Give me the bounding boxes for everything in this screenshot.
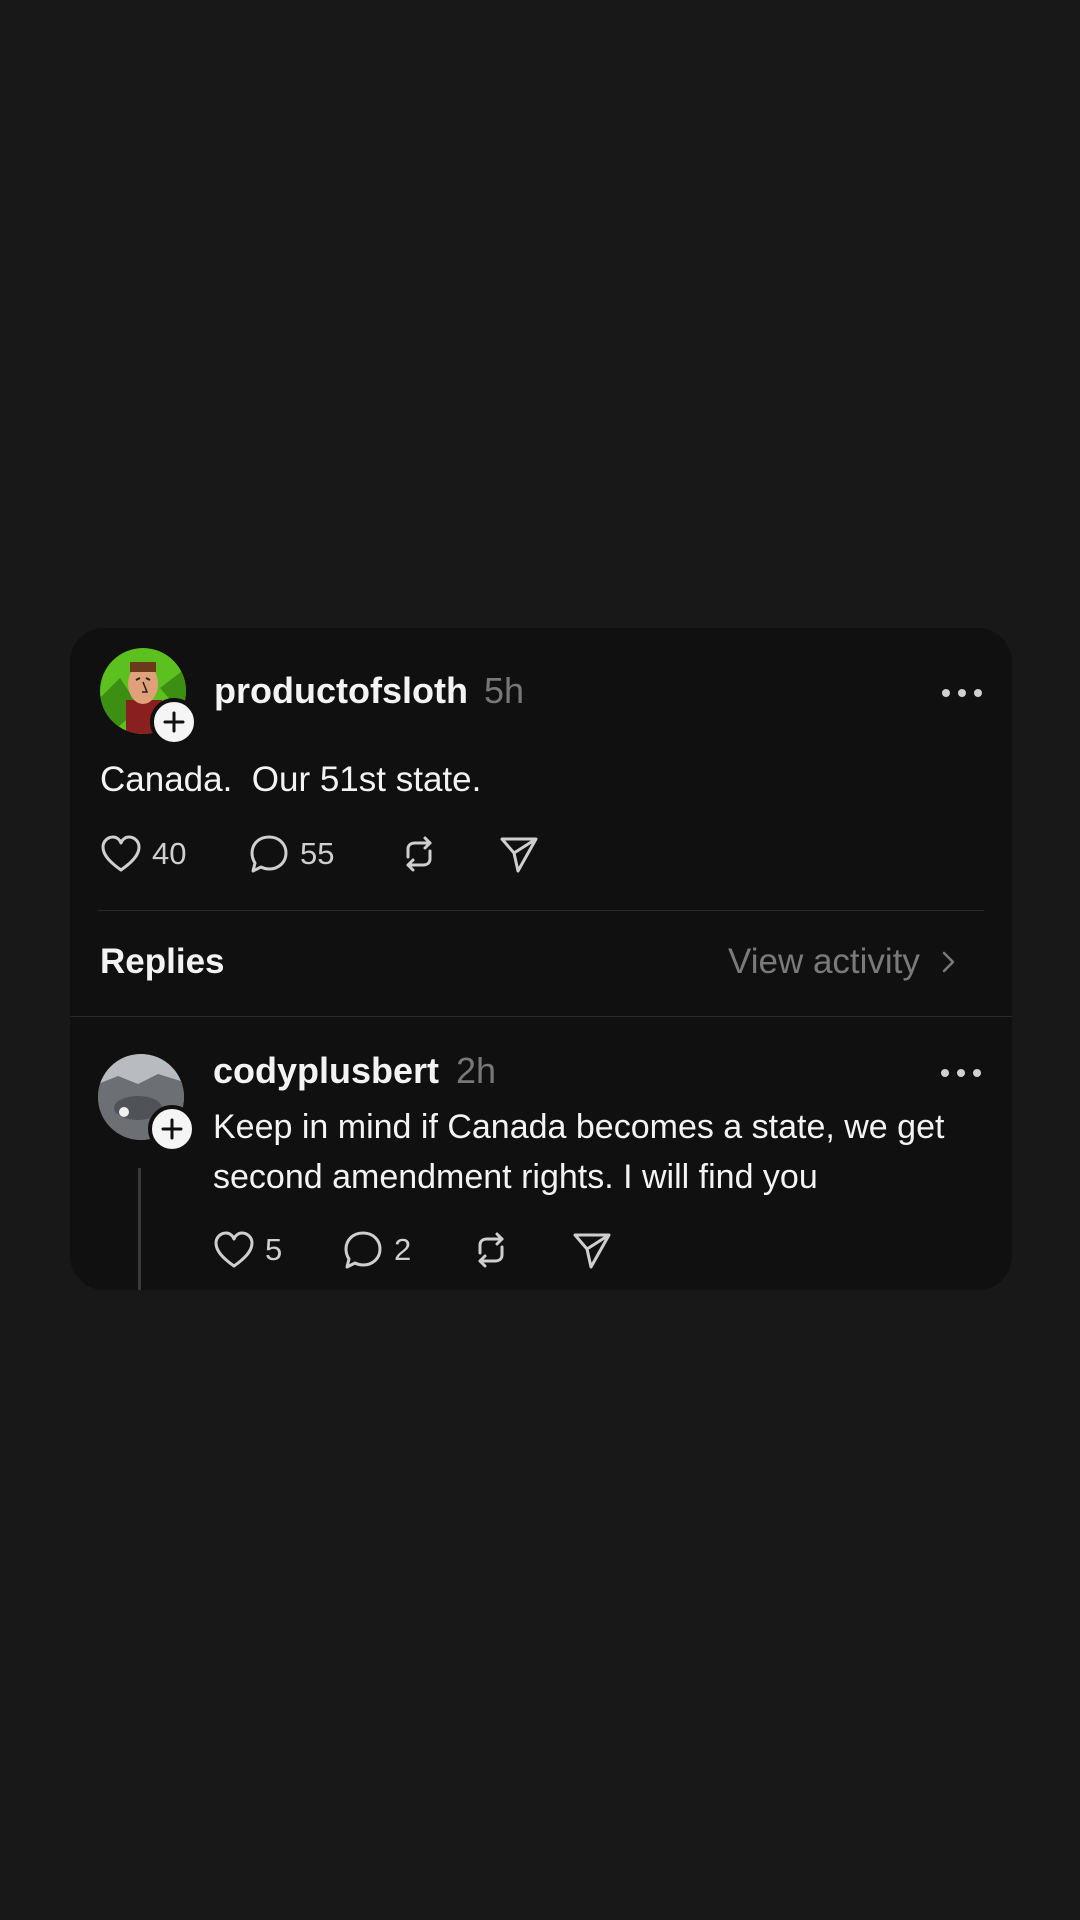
- reply-like-count: 5: [265, 1232, 283, 1267]
- replies-heading: Replies: [100, 942, 225, 981]
- reply-follow-plus-icon[interactable]: [148, 1105, 196, 1153]
- reply-timestamp: 2h: [456, 1050, 497, 1091]
- reply-more-options-icon[interactable]: [941, 1063, 981, 1083]
- replies-divider: [70, 1016, 1012, 1017]
- reply-repost-button[interactable]: [470, 1228, 512, 1272]
- reply-text: Keep in mind if Canada becomes a state, …: [213, 1108, 945, 1196]
- post-like-count: 40: [152, 836, 187, 871]
- send-icon: [573, 1233, 611, 1269]
- post-timestamp: 5h: [484, 670, 525, 711]
- view-activity-link[interactable]: View activity: [728, 942, 964, 982]
- heart-icon: [214, 1231, 254, 1268]
- post-divider: [98, 910, 984, 911]
- chevron-right-icon: [942, 951, 955, 973]
- post-text: Canada. Our 51st state.: [100, 760, 482, 799]
- reply-share-button[interactable]: [571, 1228, 613, 1272]
- post-username[interactable]: productofsloth: [214, 670, 468, 712]
- heart-icon: [101, 835, 141, 872]
- reply-username[interactable]: codyplusbert: [213, 1050, 439, 1092]
- thread-card: productofsloth 5h Canada. Our 51st state…: [70, 628, 1012, 1290]
- post-comment-button[interactable]: 55: [248, 832, 334, 876]
- post-more-options-icon[interactable]: [942, 683, 982, 703]
- screen: productofsloth 5h Canada. Our 51st state…: [0, 0, 1080, 1920]
- view-activity-label: View activity: [728, 942, 920, 981]
- post-comment-count: 55: [300, 836, 335, 871]
- comment-icon: [250, 835, 288, 873]
- repost-icon: [406, 836, 432, 872]
- reply-comment-count: 2: [394, 1232, 412, 1267]
- repost-icon: [478, 1232, 504, 1268]
- post-like-button[interactable]: 40: [100, 832, 186, 876]
- reply-comment-button[interactable]: 2: [342, 1228, 411, 1272]
- follow-plus-icon[interactable]: [150, 698, 198, 746]
- post-share-button[interactable]: [498, 832, 540, 876]
- reply-like-button[interactable]: 5: [213, 1228, 282, 1272]
- send-icon: [500, 837, 538, 873]
- thread-line: [138, 1168, 141, 1290]
- post-repost-button[interactable]: [398, 832, 440, 876]
- comment-icon: [344, 1231, 382, 1269]
